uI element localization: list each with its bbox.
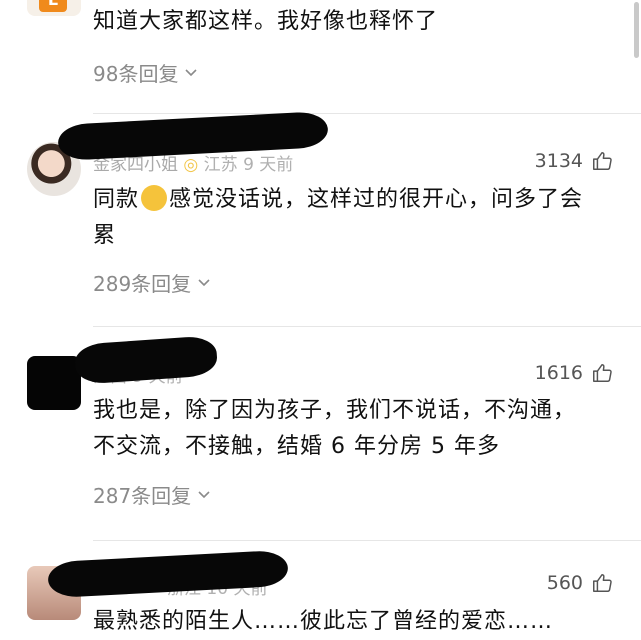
comment-text-part: 同款: [93, 187, 140, 212]
chevron-down-icon: [198, 490, 210, 498]
comment-text-part: 感觉没话说，这样过的很开心，问多了会: [169, 187, 584, 212]
like-count: 1616: [534, 362, 583, 384]
like-button[interactable]: 1616: [535, 362, 613, 384]
comment-text-part: 不交流，不接触，结婚 6 年分房 5 年多: [93, 434, 500, 459]
redaction-mark: [73, 335, 219, 385]
divider: [93, 326, 641, 327]
scrollbar[interactable]: [634, 2, 639, 58]
like-count: 560: [546, 572, 583, 594]
reply-count: 287条回复: [93, 484, 192, 508]
chevron-down-icon: [198, 278, 210, 286]
thumbs-up-icon: [593, 152, 612, 170]
avatar-logo-icon: L: [39, 0, 67, 12]
thumbs-up-icon: [593, 574, 612, 592]
user-badge-icon: ◎: [183, 155, 199, 175]
reply-count: 98条回复: [93, 62, 179, 86]
avatar[interactable]: L: [27, 0, 81, 16]
comment-text: 同款 感觉没话说，这样过的很开心，问多了会 累: [93, 182, 623, 254]
timestamp: 9 天前: [243, 155, 294, 175]
divider: [93, 113, 641, 114]
view-replies-button[interactable]: 287条回复: [93, 480, 211, 509]
chevron-down-icon: [185, 68, 198, 76]
like-button[interactable]: 560: [547, 572, 613, 594]
view-replies-button[interactable]: 289条回复: [93, 268, 211, 297]
comment-text-part: 最熟悉的陌生人……彼此忘了曾经的爱恋……: [93, 609, 554, 634]
location: 江苏: [203, 155, 238, 175]
comment-text: 知道大家都这样。我好像也释怀了: [93, 9, 439, 34]
like-count: 3134: [534, 150, 583, 172]
comment-text: 最熟悉的陌生人……彼此忘了曾经的爱恋……: [93, 604, 623, 640]
comment-text: 我也是，除了因为孩子，我们不说话，不沟通， 不交流，不接触，结婚 6 年分房 5…: [93, 393, 623, 465]
like-button[interactable]: 3134: [535, 150, 613, 172]
view-replies-button[interactable]: 98条回复: [93, 58, 198, 87]
comment-text-part: 我也是，除了因为孩子，我们不说话，不沟通，: [93, 398, 577, 423]
avatar[interactable]: [27, 356, 81, 410]
divider: [93, 540, 641, 541]
reply-count: 289条回复: [93, 272, 192, 296]
comment-text-part: 累: [93, 223, 117, 248]
thumbs-up-icon: [593, 364, 612, 382]
crying-laughing-emoji-icon: [141, 185, 168, 211]
